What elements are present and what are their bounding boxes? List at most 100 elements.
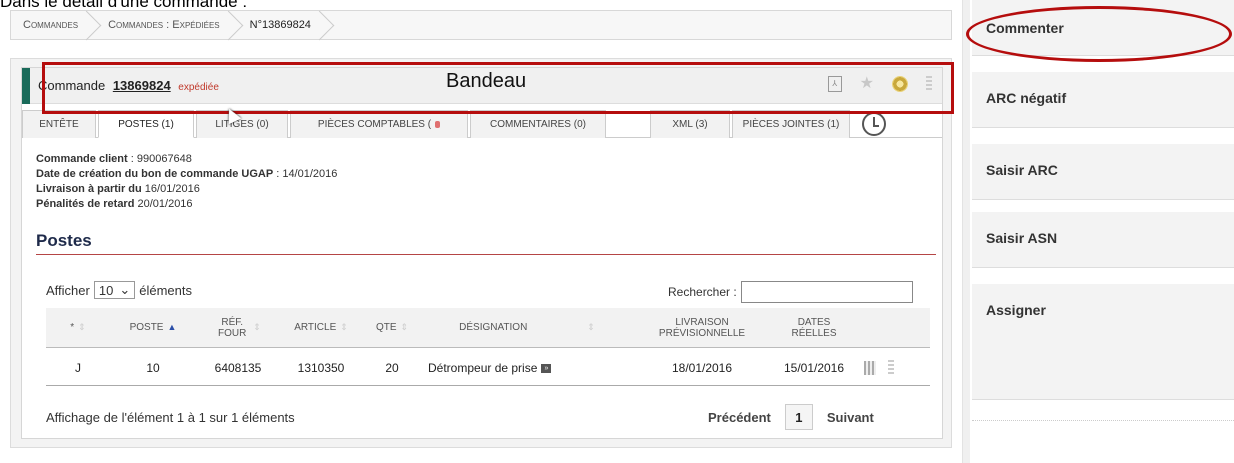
tab-litiges[interactable]: Litiges (0) <box>196 110 288 138</box>
pagination-page[interactable]: 1 <box>784 404 813 430</box>
info-penalty-label: Pénalités de retard <box>36 198 135 210</box>
column-star[interactable]: * ⇕ <box>46 322 110 333</box>
action-sidebar: Commenter ARC négatif Saisir ARC Saisir … <box>972 0 1234 463</box>
sort-asc-icon: ▲ <box>167 322 177 332</box>
order-info: Commande client : 990067648 Date de créa… <box>36 152 337 212</box>
breadcrumb-item-current: N°13869824 <box>238 11 329 39</box>
info-client: Commande client : 990067648 <box>36 152 337 167</box>
page-size-select[interactable]: 10 ⌄ <box>93 281 136 299</box>
column-dates-reelles[interactable]: Dates réelles <box>772 317 856 339</box>
order-title: Commande 13869824 expédiée <box>38 78 219 93</box>
sidebar-divider <box>962 0 970 463</box>
cell-ref: 6408135 <box>214 360 262 375</box>
tab-bar: Entête Postes (1) Litiges (0) Pièces com… <box>22 110 942 138</box>
search-label: Rechercher : <box>668 285 737 299</box>
column-qte[interactable]: QTE ⇕ <box>362 322 422 333</box>
cell-qte: 20 <box>385 360 399 375</box>
info-client-label: Commande client <box>36 153 128 165</box>
info-delivery: Livraison à partir du 16/01/2016 <box>36 182 337 197</box>
sort-icon: ⇕ <box>78 322 86 332</box>
column-star-label: * <box>70 322 75 333</box>
grip-icon[interactable] <box>926 76 932 92</box>
gear-icon[interactable] <box>892 76 908 92</box>
page-size-value: 10 <box>98 282 114 298</box>
page-size-suffix: éléments <box>139 282 192 298</box>
sidebar-bottom-line <box>972 420 1234 421</box>
column-ref-four[interactable]: Réf. Four ⇕ <box>196 317 280 339</box>
breadcrumb: Commandes Commandes : Expédiées N°138698… <box>10 10 952 40</box>
cell-star: J <box>75 360 81 375</box>
tab-gap <box>608 110 650 137</box>
column-article-label: Article <box>294 322 337 333</box>
sort-icon: ⇕ <box>253 322 261 332</box>
pagination-previous[interactable]: Précédent <box>708 410 771 425</box>
order-status: expédiée <box>178 82 219 93</box>
tab-pieces-comptables[interactable]: Pièces comptables ( <box>290 110 468 138</box>
column-qte-label: QTE <box>375 322 397 333</box>
pdf-icon[interactable]: ⅄ <box>827 76 842 92</box>
cell-article: 1310350 <box>297 360 345 375</box>
grip-icon[interactable] <box>888 359 894 376</box>
cell-designation-text: Détrompeur de prise <box>428 360 538 375</box>
sort-icon: ⇕ <box>587 322 595 332</box>
header-actions: ⅄ ★ <box>827 76 932 92</box>
page-size-prefix: Afficher <box>46 282 90 298</box>
table-row[interactable]: J 10 6408135 1310350 20 Détrompeur de pr… <box>46 350 930 386</box>
sort-icon: ⇕ <box>340 322 348 332</box>
info-penalty: Pénalités de retard 20/01/2016 <box>36 197 337 212</box>
tab-postes[interactable]: Postes (1) <box>98 110 194 138</box>
sidebar-item-assigner[interactable]: Assigner <box>972 284 1234 400</box>
pagination-next[interactable]: Suivant <box>827 410 874 425</box>
column-poste[interactable]: Poste ▲ <box>110 322 196 333</box>
page-size-control: Afficher 10 ⌄ éléments <box>46 281 192 299</box>
cell-poste: 10 <box>146 360 160 375</box>
breadcrumb-item-commandes[interactable]: Commandes <box>11 11 96 39</box>
info-creation: Date de création du bon de commande UGAP… <box>36 167 337 182</box>
sidebar-item-saisir-arc[interactable]: Saisir ARC <box>972 144 1234 200</box>
info-creation-label: Date de création du bon de commande UGAP <box>36 168 274 180</box>
cell-dates: 15/01/2016 <box>783 360 845 375</box>
tab-pieces-comptables-label: Pièces comptables ( <box>317 119 432 130</box>
column-article[interactable]: Article ⇕ <box>280 322 362 333</box>
tab-pieces-comptables-badge <box>435 121 441 128</box>
cell-designation: Détrompeur de prise» <box>422 361 632 375</box>
search-input[interactable] <box>740 281 913 303</box>
sidebar-item-arc-negatif[interactable]: ARC négatif <box>972 72 1234 128</box>
table-header: * ⇕ Poste ▲ Réf. Four ⇕ Article ⇕ QTE ⇕ Désig… <box>46 308 930 348</box>
info-client-value: : 990067648 <box>127 153 192 165</box>
column-designation[interactable]: Désignation ⇕ <box>422 322 632 333</box>
breadcrumb-item-expediees[interactable]: Commandes : Expédiées <box>96 11 238 39</box>
postes-divider <box>36 254 936 255</box>
tab-pieces-jointes[interactable]: Pièces jointes (1) <box>732 110 850 138</box>
history-icon[interactable] <box>862 112 886 136</box>
column-ref-four-label: Réf. Four <box>218 316 247 339</box>
pagination: Précédent 1 Suivant <box>708 404 874 430</box>
column-livraison[interactable]: Livraison prévisionnelle <box>632 317 772 339</box>
order-panel-inner: Commande 13869824 expédiée ⅄ ★ Entête Po… <box>21 67 943 439</box>
info-creation-value: : 14/01/2016 <box>273 168 338 180</box>
info-delivery-value: 16/01/2016 <box>141 183 200 195</box>
expand-icon[interactable]: » <box>541 363 552 373</box>
order-title-prefix: Commande <box>38 78 106 93</box>
cell-livraison: 18/01/2016 <box>671 360 733 375</box>
postes-heading: Postes <box>36 231 92 250</box>
sort-icon: ⇕ <box>400 322 409 332</box>
table-info: Affichage de l'élément 1 à 1 sur 1 éléme… <box>46 410 295 425</box>
sidebar-item-commenter[interactable]: Commenter <box>972 0 1234 56</box>
star-icon[interactable]: ★ <box>860 76 874 92</box>
order-number-link[interactable]: 13869824 <box>113 78 171 93</box>
chevron-down-icon: ⌄ <box>119 282 131 297</box>
column-dates-label: Dates réelles <box>791 316 837 339</box>
tab-commentaires[interactable]: Commentaires (0) <box>470 110 606 138</box>
document-icon[interactable] <box>864 360 876 375</box>
column-designation-label: Désignation <box>459 322 528 333</box>
tab-entete[interactable]: Entête <box>22 110 96 138</box>
bandeau-label: Bandeau <box>446 70 527 92</box>
order-panel: Commande 13869824 expédiée ⅄ ★ Entête Po… <box>10 58 952 448</box>
header-accent-bar <box>22 68 30 104</box>
info-penalty-value: 20/01/2016 <box>134 198 193 210</box>
sidebar-item-saisir-asn[interactable]: Saisir ASN <box>972 212 1234 268</box>
info-delivery-label: Livraison à partir du <box>36 183 142 195</box>
column-livraison-label: Livraison prévisionnelle <box>658 316 746 339</box>
tab-xml[interactable]: XML (3) <box>650 110 730 138</box>
